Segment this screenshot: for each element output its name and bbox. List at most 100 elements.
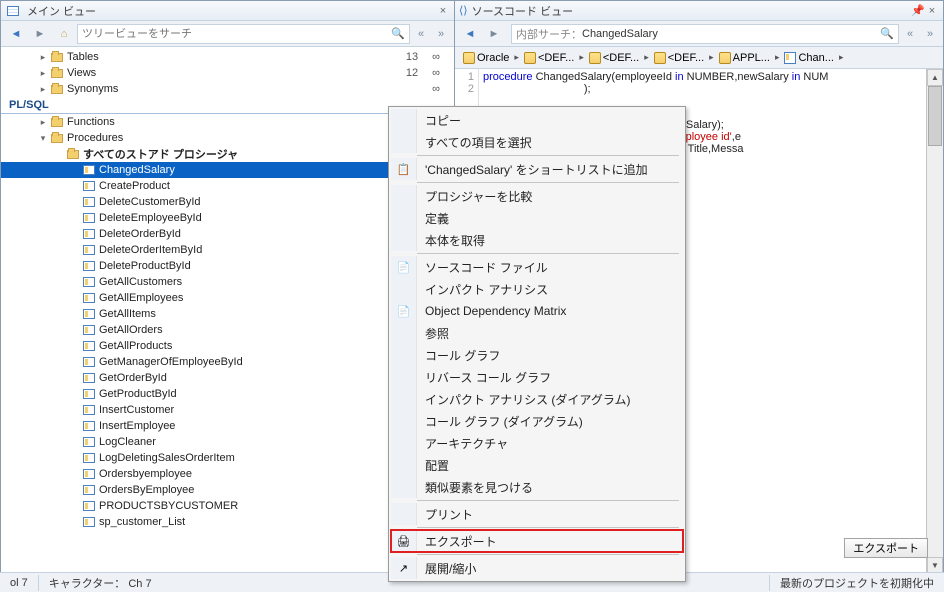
- menu-item-object-dependency-matrix[interactable]: 📄Object Dependency Matrix: [391, 300, 683, 322]
- main-view-title: メイン ビュー: [27, 3, 96, 19]
- menu-item--[interactable]: リバース コール グラフ: [391, 366, 683, 388]
- menu-item--[interactable]: 📄ソースコード ファイル: [391, 256, 683, 278]
- tree-item-deleteproductbyid[interactable]: DeleteProductById: [1, 258, 454, 274]
- menu-item--[interactable]: プリント: [391, 503, 683, 525]
- menu-item--[interactable]: 参照: [391, 322, 683, 344]
- breadcrumb-item[interactable]: Oracle: [459, 52, 513, 64]
- tree-item-createproduct[interactable]: CreateProduct: [1, 178, 454, 194]
- src-forward-button[interactable]: ►: [483, 23, 505, 45]
- menu-label: すべての項目を選択: [417, 134, 683, 151]
- tree-item-getproductbyid[interactable]: GetProductById: [1, 386, 454, 402]
- tree-item-tables[interactable]: ▸Tables13∞: [1, 49, 454, 65]
- search-icon[interactable]: 🔍: [391, 27, 405, 40]
- breadcrumb-icon: [463, 52, 475, 64]
- proc-icon: [81, 371, 97, 385]
- source-view-header: ⟨⟩ ソースコード ビュー 📌 ×: [455, 1, 943, 21]
- menu-item--[interactable]: ↗展開/縮小: [391, 557, 683, 579]
- menu-label: アーキテクチャ: [417, 435, 683, 452]
- menu-item--[interactable]: 配置: [391, 454, 683, 476]
- tree-item-sp-customer-list[interactable]: sp_customer_List: [1, 514, 454, 530]
- tree-item-productsbycustomer[interactable]: PRODUCTSBYCUSTOMER: [1, 498, 454, 514]
- tree-item-getmanagerofemployeebyid[interactable]: GetManagerOfEmployeeById: [1, 354, 454, 370]
- tree-search-input[interactable]: [82, 28, 391, 40]
- menu-label: エクスポート: [417, 533, 683, 550]
- folder-icon: [49, 66, 65, 80]
- proc-icon: [81, 259, 97, 273]
- tree-item-deletecustomerbyid[interactable]: DeleteCustomerById: [1, 194, 454, 210]
- tree-item-functions[interactable]: ▸Functions14: [1, 114, 454, 130]
- menu-item--[interactable]: インパクト アナリシス: [391, 278, 683, 300]
- breadcrumb-item[interactable]: APPL...: [715, 52, 774, 64]
- src-collapse-button[interactable]: «: [901, 25, 919, 43]
- menu-item--[interactable]: プロシジャーを比較: [391, 185, 683, 207]
- context-menu[interactable]: コピーすべての項目を選択 📋'ChangedSalary' をショートリストに追加…: [388, 106, 686, 582]
- pin-icon[interactable]: 📌: [911, 4, 925, 17]
- scroll-up-icon[interactable]: ▲: [927, 69, 943, 86]
- folder-icon: [49, 115, 65, 129]
- breadcrumb-label: <DEF...: [668, 52, 704, 64]
- search-icon[interactable]: 🔍: [880, 27, 894, 40]
- menu-item--[interactable]: コピー: [391, 109, 683, 131]
- source-view-close-icon[interactable]: ×: [925, 5, 939, 17]
- home-button[interactable]: ⌂: [55, 25, 73, 43]
- menu-item--[interactable]: すべての項目を選択: [391, 131, 683, 153]
- proc-icon: [81, 163, 97, 177]
- back-button[interactable]: ◄: [5, 23, 27, 45]
- tree-item-synonyms[interactable]: ▸Synonyms∞: [1, 81, 454, 97]
- tree-item-deleteemployeebyid[interactable]: DeleteEmployeeById: [1, 210, 454, 226]
- menu-icon: [391, 109, 417, 131]
- tree-item-ordersbyemployee[interactable]: Ordersbyemployee: [1, 466, 454, 482]
- tree-item-ordersbyemployee[interactable]: OrdersByEmployee: [1, 482, 454, 498]
- tree-item-logcleaner[interactable]: LogCleaner: [1, 434, 454, 450]
- section-label: PL/SQL: [9, 99, 450, 111]
- tree-item--[interactable]: すべてのストアド プロシージャ: [1, 146, 454, 162]
- breadcrumb-item[interactable]: <DEF...: [585, 52, 643, 64]
- proc-icon: [81, 403, 97, 417]
- breadcrumb-item[interactable]: Chan...: [780, 52, 837, 64]
- tree-item-getallitems[interactable]: GetAllItems: [1, 306, 454, 322]
- menu-icon: [391, 503, 417, 525]
- menu-item--[interactable]: 本体を取得: [391, 229, 683, 251]
- tree-item-getallcustomers[interactable]: GetAllCustomers: [1, 274, 454, 290]
- tree-item-deleteorderitembyid[interactable]: DeleteOrderItemById: [1, 242, 454, 258]
- tree-item-getorderbyid[interactable]: GetOrderById: [1, 370, 454, 386]
- tree-item-deleteorderbyid[interactable]: DeleteOrderById: [1, 226, 454, 242]
- menu-item--[interactable]: コール グラフ (ダイアグラム): [391, 410, 683, 432]
- tree-item-getallproducts[interactable]: GetAllProducts: [1, 338, 454, 354]
- menu-item--[interactable]: インパクト アナリシス (ダイアグラム): [391, 388, 683, 410]
- breadcrumb-icon: [589, 52, 601, 64]
- main-view-close-icon[interactable]: ×: [436, 5, 450, 17]
- source-view-title: ソースコード ビュー: [472, 3, 574, 19]
- source-search-input[interactable]: [582, 28, 880, 40]
- tree-search[interactable]: 🔍: [77, 24, 410, 44]
- forward-button[interactable]: ►: [29, 23, 51, 45]
- folder-icon: [49, 50, 65, 64]
- menu-item--[interactable]: 🖨エクスポート: [391, 530, 683, 552]
- tree-item-getallemployees[interactable]: GetAllEmployees: [1, 290, 454, 306]
- tree-item-getallorders[interactable]: GetAllOrders: [1, 322, 454, 338]
- menu-item--[interactable]: 類似要素を見つける: [391, 476, 683, 498]
- chevron-right-icon[interactable]: ▸: [838, 52, 845, 63]
- src-expand-button[interactable]: »: [921, 25, 939, 43]
- tree-item-procedures[interactable]: ▾Procedures30: [1, 130, 454, 146]
- tree-item-logdeletingsalesorderitem[interactable]: LogDeletingSalesOrderItem: [1, 450, 454, 466]
- expand-button[interactable]: »: [432, 25, 450, 43]
- menu-item--[interactable]: コール グラフ: [391, 344, 683, 366]
- breadcrumb-item[interactable]: <DEF...: [650, 52, 708, 64]
- collapse-button[interactable]: «: [412, 25, 430, 43]
- breadcrumb-item[interactable]: <DEF...: [520, 52, 578, 64]
- menu-item--changedsalary-[interactable]: 📋'ChangedSalary' をショートリストに追加: [391, 158, 683, 180]
- tree-item-insertcustomer[interactable]: InsertCustomer: [1, 402, 454, 418]
- tree-item-views[interactable]: ▸Views12∞: [1, 65, 454, 81]
- breadcrumb[interactable]: Oracle▸<DEF...▸<DEF...▸<DEF...▸APPL...▸C…: [455, 47, 943, 69]
- source-search[interactable]: 内部サーチ： 🔍: [511, 24, 899, 44]
- v-scrollbar[interactable]: ▲ ▼: [926, 69, 943, 574]
- menu-item--[interactable]: アーキテクチャ: [391, 432, 683, 454]
- tree-item-insertemployee[interactable]: InsertEmployee: [1, 418, 454, 434]
- export-button[interactable]: エクスポート: [844, 538, 928, 558]
- menu-item--[interactable]: 定義: [391, 207, 683, 229]
- src-back-button[interactable]: ◄: [459, 23, 481, 45]
- menu-label: インパクト アナリシス (ダイアグラム): [417, 391, 683, 408]
- status-msg: 最新のプロジェクトを初期化中: [769, 575, 944, 591]
- tree-item-changedsalary[interactable]: ChangedSalary: [1, 162, 454, 178]
